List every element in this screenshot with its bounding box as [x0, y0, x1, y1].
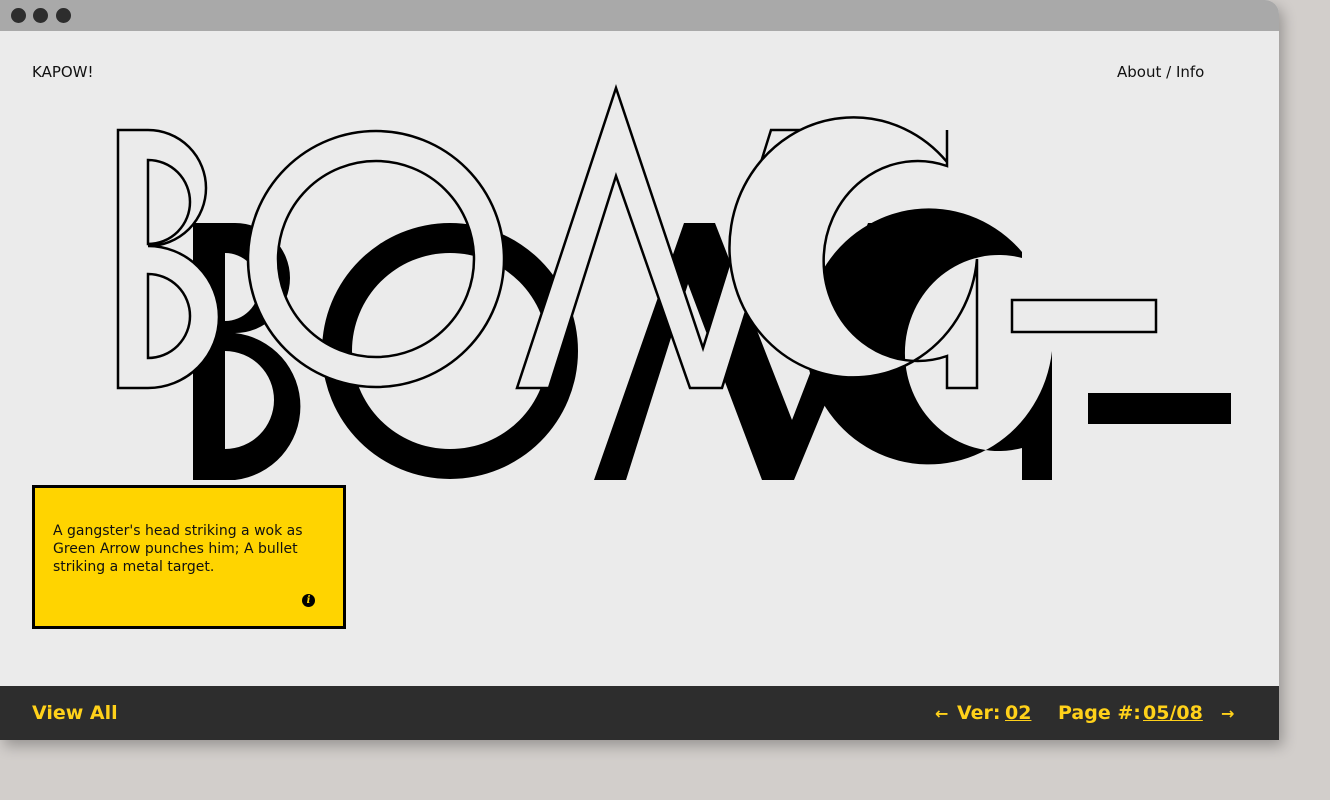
version-value[interactable]: 02	[1005, 702, 1031, 724]
site-logo[interactable]: KAPOW!	[32, 63, 94, 81]
page-label: Page #:	[1058, 702, 1141, 724]
zoom-window-button[interactable]	[56, 8, 71, 23]
version-label: Ver:	[957, 702, 1001, 724]
footer-bar: View All ← Ver: 02 Page #: 05/08 →	[0, 686, 1279, 740]
info-icon[interactable]: i	[302, 594, 315, 607]
prev-arrow-icon[interactable]: ←	[935, 704, 948, 723]
caption-text: A gangster's head striking a wok as Gree…	[53, 523, 303, 575]
title-bar	[0, 0, 1279, 31]
minimize-window-button[interactable]	[33, 8, 48, 23]
about-info-link[interactable]: About / Info	[1117, 63, 1204, 81]
page-value[interactable]: 05/08	[1143, 702, 1203, 724]
view-all-link[interactable]: View All	[32, 702, 118, 724]
next-arrow-icon[interactable]: →	[1221, 704, 1234, 723]
browser-window: KAPOW! About / Info A gangster's head st…	[0, 0, 1279, 740]
caption-card: A gangster's head striking a wok as Gree…	[32, 485, 346, 629]
close-window-button[interactable]	[11, 8, 26, 23]
bong-lettering-graphic	[116, 84, 1231, 480]
